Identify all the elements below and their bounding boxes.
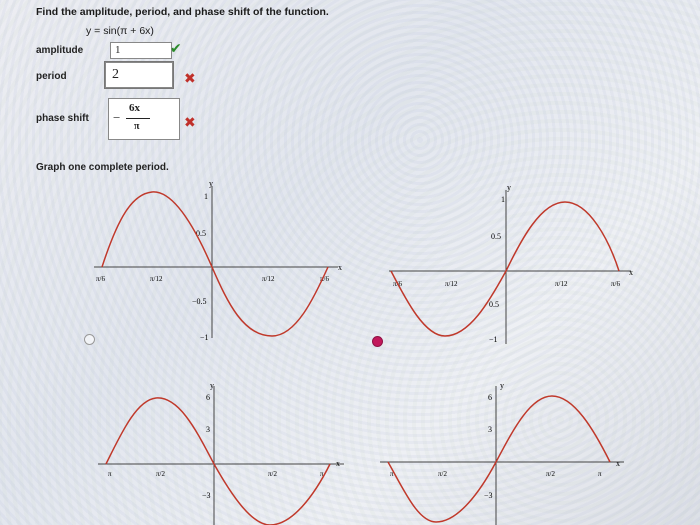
y-tick-6: 6: [206, 393, 210, 402]
y-tick-neg-1: −1: [200, 333, 209, 342]
x-tick-pi-2: π/2: [546, 470, 555, 478]
y-tick-neg-1: −1: [489, 335, 498, 344]
y-tick-3: 3: [488, 425, 492, 434]
y-tick-neg-0-5: −0.5: [192, 297, 207, 306]
function-equation: y = sin(π + 6x): [86, 25, 154, 37]
x-tick-pi: π: [598, 470, 602, 478]
period-input[interactable]: 2: [105, 62, 173, 88]
phase-shift-numerator: 6x: [129, 102, 140, 114]
amplitude-label: amplitude: [36, 45, 84, 56]
y-tick-3: 3: [206, 425, 210, 434]
x-tick-neg-pi-12: π/12: [150, 275, 163, 283]
phase-shift-denominator: π: [134, 121, 140, 132]
y-tick-neg-3: −3: [202, 491, 211, 500]
y-axis-label: y: [507, 183, 511, 192]
y-tick-1: 1: [501, 195, 505, 204]
incorrect-x-icon: ✖: [184, 114, 196, 130]
y-axis-label: y: [209, 179, 213, 188]
x-axis-label: x: [336, 459, 340, 468]
correct-check-icon: ✔: [170, 40, 182, 56]
y-axis-label: y: [500, 381, 504, 390]
radio-graph-top-left[interactable]: [84, 334, 95, 345]
fraction-bar: [126, 118, 150, 119]
x-axis-label: x: [629, 268, 633, 277]
negative-sign: −: [113, 110, 121, 125]
graph-prompt: Graph one complete period.: [36, 162, 169, 173]
y-tick-6: 6: [488, 393, 492, 402]
x-tick-neg-pi-2: π/2: [438, 470, 447, 478]
y-tick-neg-3: −3: [484, 491, 493, 500]
phase-shift-input[interactable]: − 6x π: [108, 98, 180, 140]
amplitude-input[interactable]: 1: [110, 42, 172, 59]
sine-curve: [101, 191, 329, 337]
x-tick-pi-2: π/2: [268, 470, 277, 478]
graph-option-top-left[interactable]: x y 1 0.5 −0.5 −1 π/6 π/12 π/12 π/6: [88, 178, 350, 343]
incorrect-x-icon: ✖: [184, 70, 196, 86]
graph-option-bottom-left[interactable]: x y 6 3 −3 π π/2 π/2 π: [92, 380, 354, 525]
graph-option-top-right[interactable]: x y 1 0.5 0.5 −1 π/6 π/12 π/12 π/6: [385, 182, 645, 347]
x-tick-pi-12: π/12: [262, 275, 275, 283]
y-tick-1: 1: [204, 192, 208, 201]
x-axis-label: x: [338, 263, 342, 272]
y-axis-label: y: [210, 381, 214, 390]
sine-curve: [105, 397, 331, 525]
x-tick-neg-pi-6: π/6: [96, 275, 105, 283]
period-label: period: [36, 71, 67, 82]
x-axis-label: x: [616, 459, 620, 468]
sine-curve: [387, 395, 611, 523]
phase-shift-label: phase shift: [36, 113, 89, 124]
period-value: 2: [112, 67, 119, 82]
x-tick-neg-pi-12: π/12: [445, 280, 458, 288]
question-text: Find the amplitude, period, and phase sh…: [36, 6, 329, 18]
x-tick-pi-12: π/12: [555, 280, 568, 288]
radio-graph-top-right[interactable]: [372, 336, 383, 347]
y-tick-0-5: 0.5: [491, 232, 501, 241]
amplitude-value: 1: [115, 44, 121, 56]
sine-curve: [390, 201, 620, 337]
x-tick-pi-6: π/6: [611, 280, 620, 288]
x-tick-neg-pi: π: [108, 470, 112, 478]
x-tick-neg-pi-2: π/2: [156, 470, 165, 478]
y-tick-neg-0-5: 0.5: [489, 300, 499, 309]
graph-option-bottom-right[interactable]: x y 6 3 −3 π π/2 π/2 π: [374, 380, 634, 525]
